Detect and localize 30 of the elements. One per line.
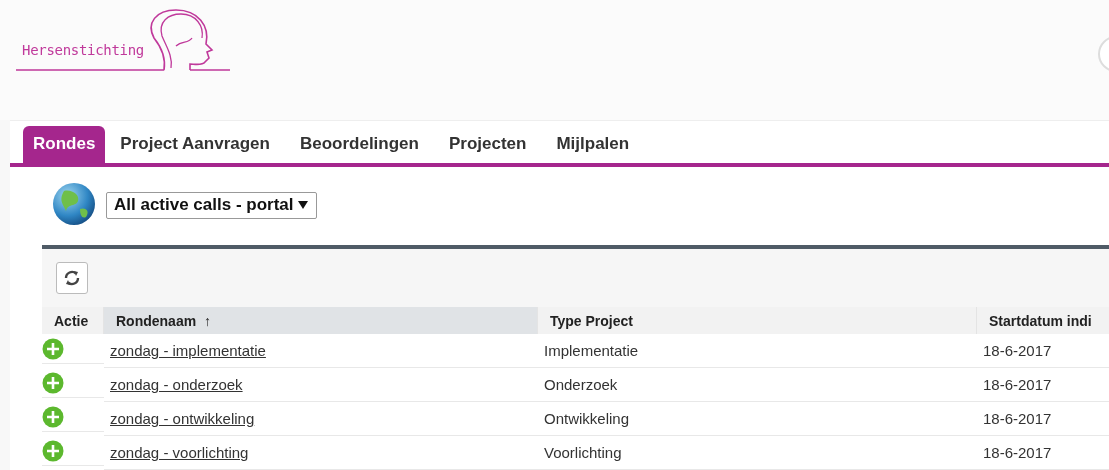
table-cell: 18-6-2017 bbox=[977, 368, 1109, 402]
column-header[interactable]: Startdatum indi bbox=[977, 307, 1109, 334]
refresh-icon bbox=[63, 269, 81, 287]
column-header[interactable]: Type Project bbox=[538, 307, 977, 334]
round-link[interactable]: zondag - voorlichting bbox=[110, 444, 249, 461]
tab[interactable]: Rondes bbox=[23, 126, 106, 163]
column-header[interactable]: Actie bbox=[42, 307, 104, 334]
refresh-button[interactable] bbox=[56, 262, 88, 294]
add-icon[interactable] bbox=[42, 405, 64, 428]
caret-icon bbox=[298, 199, 309, 210]
round-link[interactable]: zondag - onderzoek bbox=[110, 376, 243, 393]
table-cell: Implementatie bbox=[538, 334, 977, 368]
table-cell: Voorlichting bbox=[538, 436, 977, 470]
table-cell: Onderzoek bbox=[538, 368, 977, 402]
logo-text: Hersenstichting bbox=[22, 42, 144, 58]
add-icon[interactable] bbox=[42, 439, 64, 462]
table-cell: 18-6-2017 bbox=[977, 402, 1109, 436]
tab[interactable]: Project Aanvragen bbox=[105, 126, 285, 163]
table-cell: Ontwikkeling bbox=[538, 402, 977, 436]
round-link[interactable]: zondag - ontwikkeling bbox=[110, 410, 255, 427]
add-icon[interactable] bbox=[42, 337, 64, 360]
tab[interactable]: Mijlpalen bbox=[541, 126, 645, 163]
tab[interactable]: Projecten bbox=[433, 126, 542, 163]
round-link[interactable]: zondag - implementatie bbox=[110, 342, 266, 359]
column-header[interactable]: Rondenaam ↑ bbox=[104, 307, 538, 334]
view-dropdown[interactable]: All active calls - portal bbox=[106, 191, 318, 219]
table-cell: 18-6-2017 bbox=[977, 436, 1109, 470]
add-icon[interactable] bbox=[42, 371, 64, 394]
table-cell: 18-6-2017 bbox=[977, 334, 1109, 368]
tab[interactable]: Beoordelingen bbox=[284, 126, 434, 163]
